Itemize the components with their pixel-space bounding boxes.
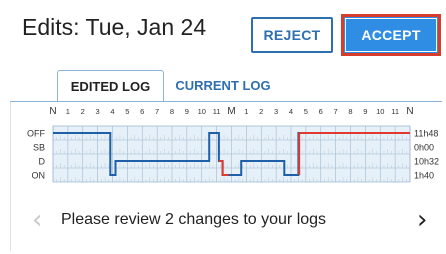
reject-button[interactable]: REJECT [251,17,333,53]
hour-tick-label: 8 [170,107,174,116]
review-message-row: ‹ Please review 2 changes to your logs › [0,205,446,235]
tab-edited-log[interactable]: EDITED LOG [57,70,164,102]
hour-tick-label: 1 [244,107,248,116]
page-title: Edits: Tue, Jan 24 [22,14,207,40]
status-row-total: 11h48 [414,129,438,139]
tab-current-log[interactable]: CURRENT LOG [168,70,278,101]
status-row-total: 10h32 [414,157,439,167]
hour-tick-label: 11 [391,107,399,116]
review-message: Please review 2 changes to your logs [61,211,327,228]
hour-tick-label: 4 [289,107,293,116]
status-row-label: ON [32,171,46,181]
hour-tick-label: 10 [198,107,206,116]
hour-tick-label: 5 [125,107,129,116]
status-row-total: 1h40 [414,171,434,181]
status-row-total: 0h00 [414,143,434,153]
tab-divider [10,101,442,102]
hour-tick-label: 8 [348,107,352,116]
hour-tick-label: 3 [274,107,278,116]
hour-tick-label: 3 [96,107,100,116]
hour-tick-label: 2 [81,107,85,116]
hour-tick-label: 11 [213,107,221,116]
duty-status-chart: N 1 2 3 4 5 6 7 8 9 10 11 M 1 2 3 4 5 6 7 8 9 10 11 NOFF 11h48SB 0… [27,106,439,183]
hour-tick-label: 10 [376,107,384,116]
hour-tick-label: 4 [110,107,114,116]
hour-tick-label: N [406,106,413,117]
hour-tick-label: 6 [319,107,323,116]
hour-tick-label: 5 [304,107,308,116]
chevron-right-icon[interactable]: › [417,205,427,235]
chevron-left-icon[interactable]: ‹ [32,205,42,235]
hour-tick-label: 9 [185,107,189,116]
edit-log-panel: Edits: Tue, Jan 24 REJECT ACCEPT EDITED … [0,0,446,254]
hour-tick-label: 9 [363,107,367,116]
status-row-label: SB [33,143,45,153]
hour-tick-label: 6 [140,107,144,116]
hour-tick-label: M [227,106,235,117]
accept-button[interactable]: ACCEPT [341,14,441,56]
accept-button-label: ACCEPT [345,18,437,52]
hour-tick-label: 7 [334,107,338,116]
hour-tick-label: N [49,106,56,117]
status-row-label: OFF [27,129,45,139]
hour-tick-label: 1 [66,107,70,116]
hour-tick-label: 2 [259,107,263,116]
hour-tick-label: 7 [155,107,159,116]
status-row-label: D [39,157,46,167]
